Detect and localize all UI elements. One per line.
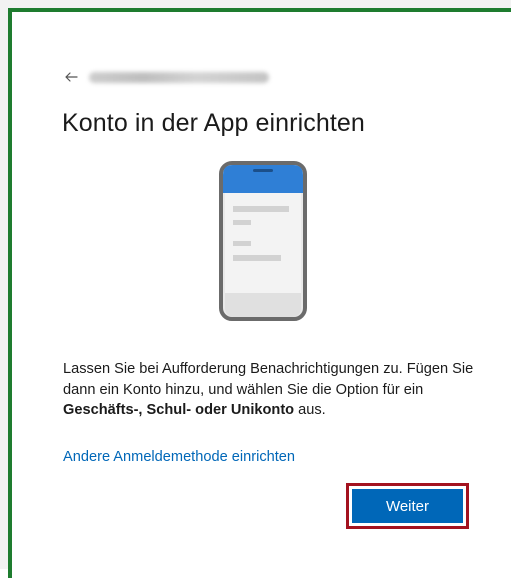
user-email-redacted — [89, 71, 269, 83]
instructions-text: Lassen Sie bei Aufforderung Benachrichti… — [63, 359, 483, 421]
instructions-part2: aus. — [294, 402, 326, 418]
phone-app-icon — [219, 161, 307, 321]
page-title: Konto in der App einrichten — [62, 109, 365, 137]
alternate-method-link[interactable]: Andere Anmeldemethode einrichten — [63, 449, 295, 465]
left-margin — [0, 0, 8, 569]
instructions-part1: Lassen Sie bei Aufforderung Benachrichti… — [63, 361, 474, 398]
next-button[interactable]: Weiter — [352, 489, 463, 523]
identity-row — [63, 69, 269, 85]
instructions-account-type: Geschäfts-, Schul- oder Unikonto — [63, 402, 295, 418]
arrow-left-icon[interactable] — [63, 69, 79, 85]
top-margin — [0, 0, 511, 8]
